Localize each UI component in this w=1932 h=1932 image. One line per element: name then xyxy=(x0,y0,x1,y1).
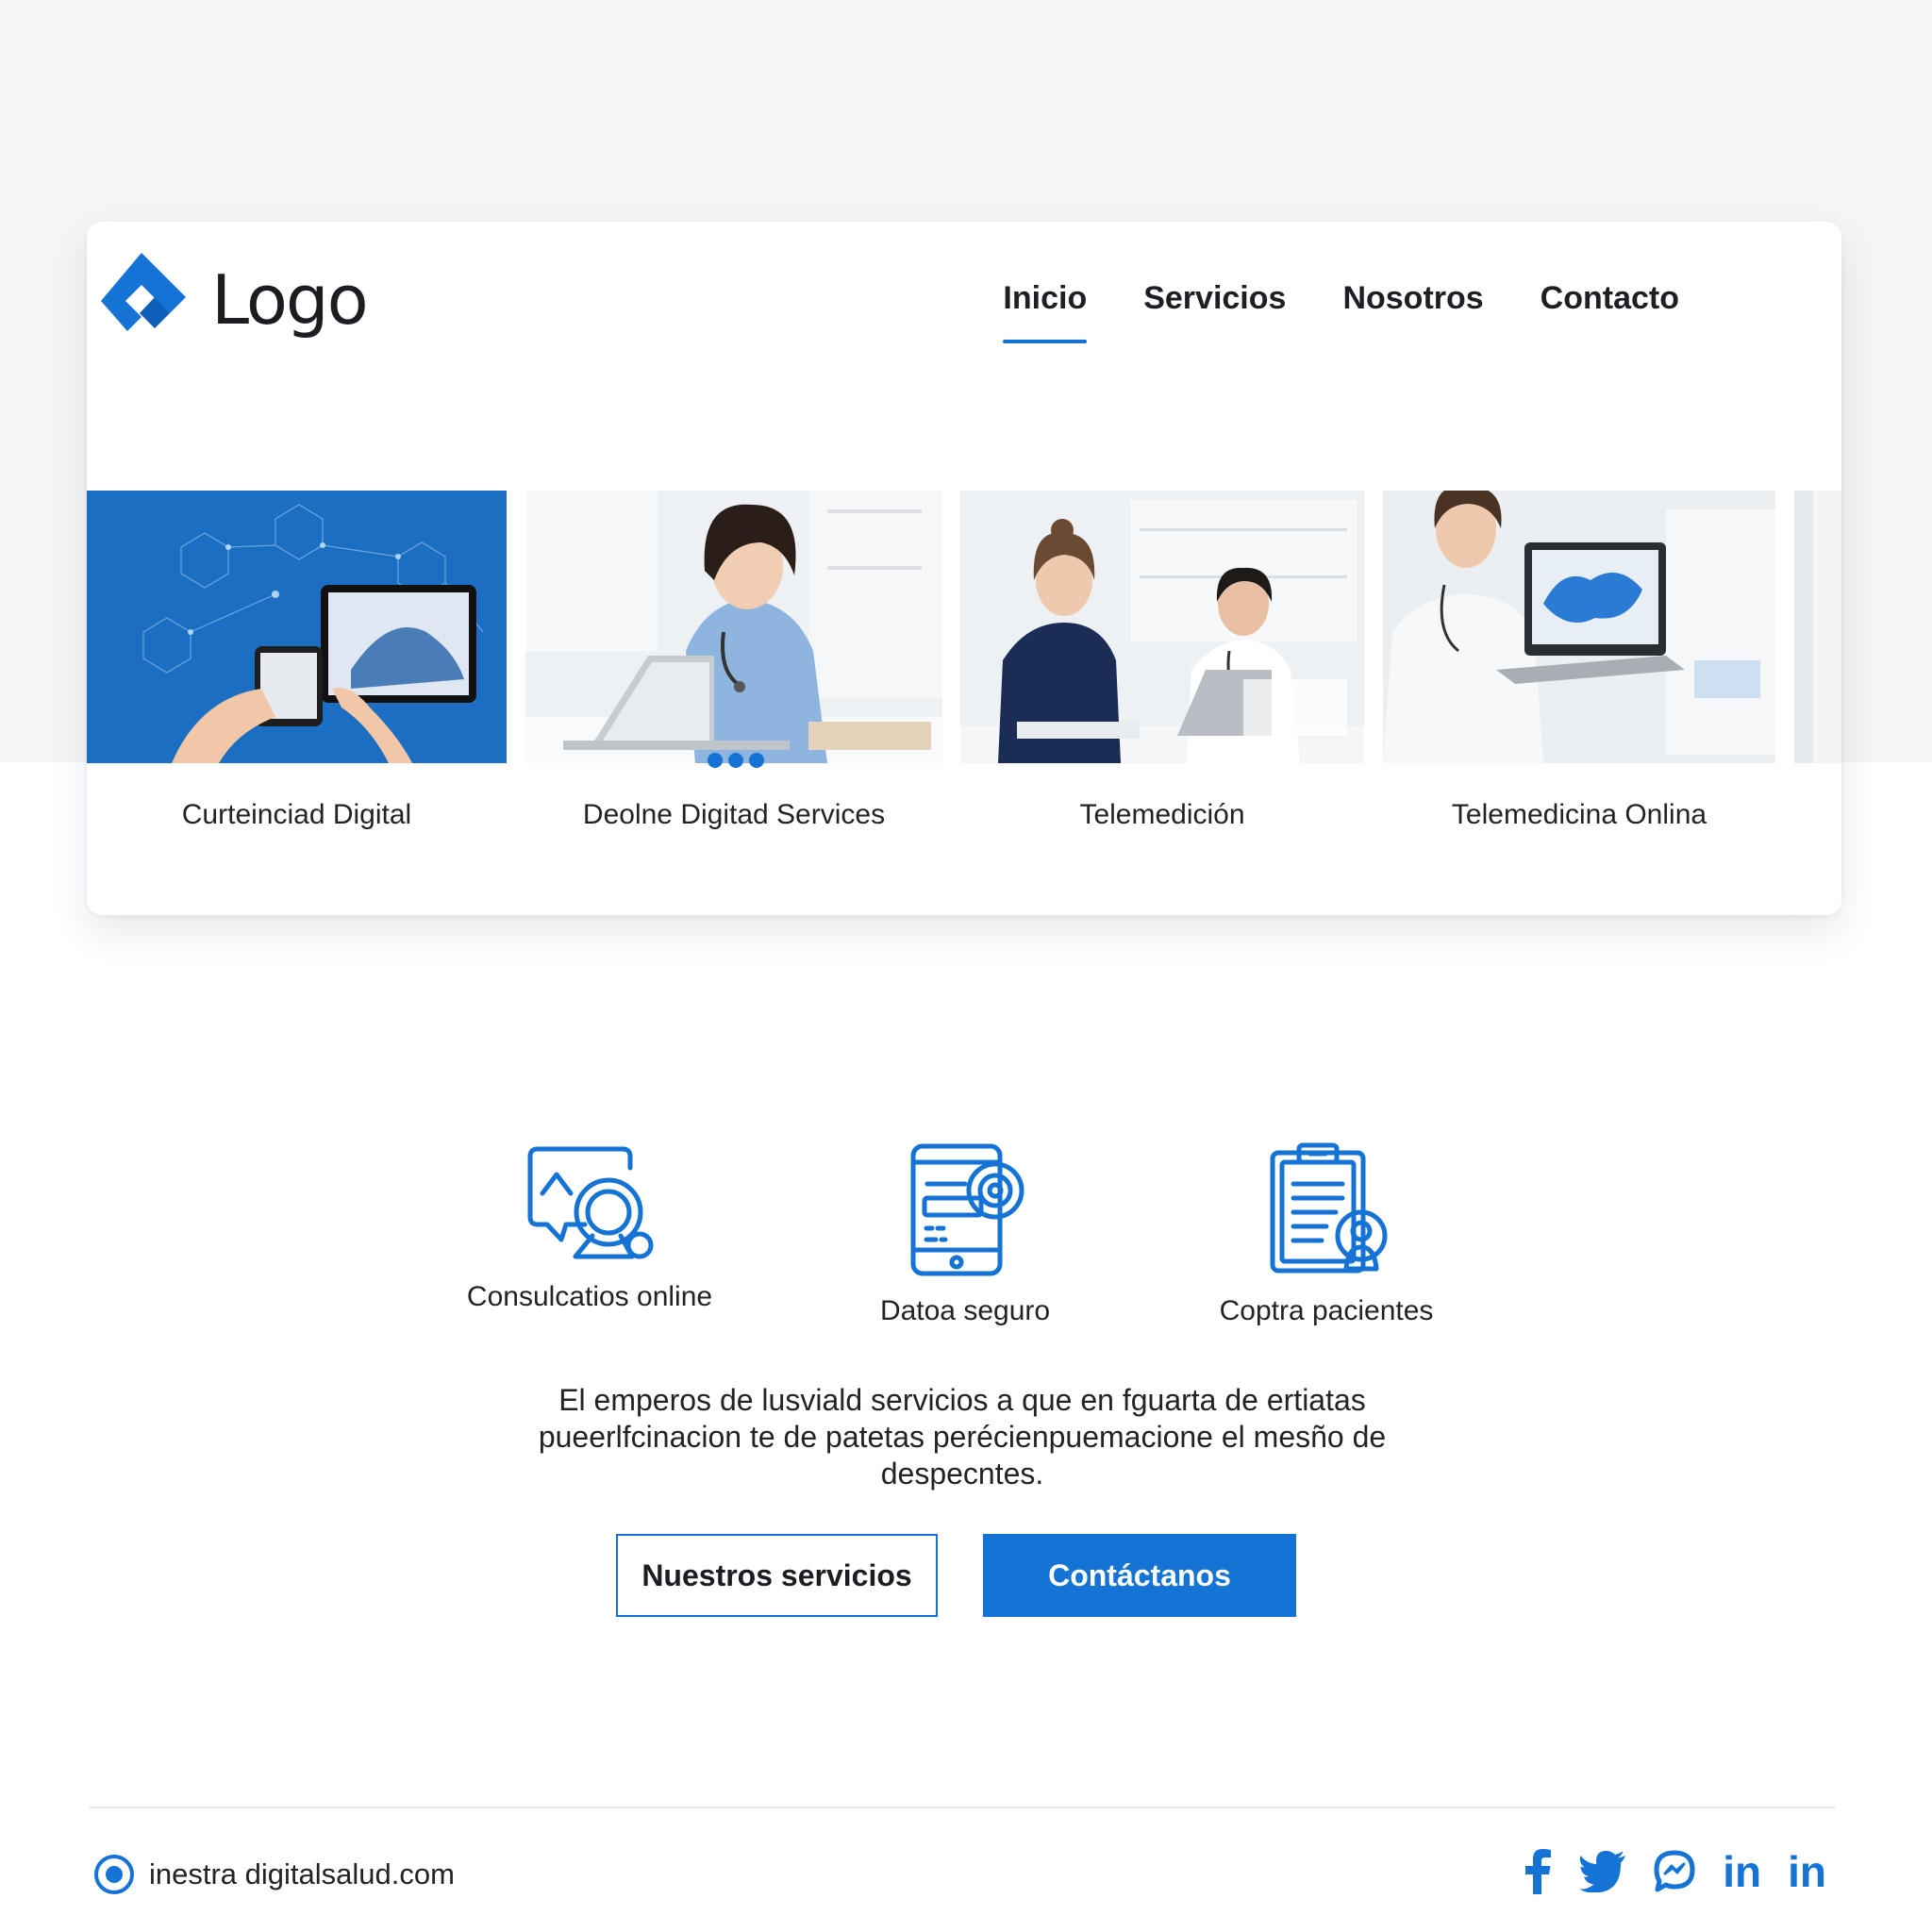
footer-divider xyxy=(90,1807,1835,1808)
phone-secure-icon xyxy=(910,1143,1024,1276)
twitter-icon[interactable] xyxy=(1579,1851,1626,1892)
carousel-slide[interactable]: Telemedicina Onlina xyxy=(1383,491,1775,831)
feature-consultas[interactable]: Consulcatios online xyxy=(429,1141,750,1313)
chat-consult-icon xyxy=(527,1146,654,1259)
feature-label: Consulcatios online xyxy=(466,1281,713,1312)
nav-contacto[interactable]: Contacto xyxy=(1541,280,1679,343)
nav-inicio[interactable]: Inicio xyxy=(1003,280,1087,343)
slide-caption: Telemedicina Onlina xyxy=(1451,799,1707,830)
slide-caption: Curteinciad Digital xyxy=(181,799,412,830)
carousel-slide[interactable]: Deolne Digitad Services xyxy=(525,491,942,831)
tablet-network-photo xyxy=(87,491,507,763)
contact-us-button[interactable]: Contáctanos xyxy=(983,1534,1296,1617)
linkedin-icon[interactable]: in xyxy=(1788,1850,1826,1893)
next-slide-photo xyxy=(1794,491,1841,763)
feature-pacientes[interactable]: Coptra pacientes xyxy=(1166,1141,1487,1327)
facebook-icon[interactable] xyxy=(1523,1849,1553,1894)
services-carousel: Curteinciad Digital Deolne Digitad Servi… xyxy=(87,491,1841,887)
linkedin-icon[interactable]: in xyxy=(1723,1850,1761,1893)
carousel-slide[interactable]: Curteinciad Digital xyxy=(87,491,507,831)
intro-description: El emperos de lusviald servicios a que e… xyxy=(538,1383,1387,1491)
nav-nosotros[interactable]: Nosotros xyxy=(1342,280,1483,343)
linkedin-label: in xyxy=(1788,1847,1826,1896)
carousel-slide[interactable]: Telemedición xyxy=(960,491,1364,831)
medical-team-photo xyxy=(960,491,1364,763)
target-icon xyxy=(94,1855,134,1894)
carousel-dot[interactable] xyxy=(749,753,764,768)
slide-caption: Telemedición xyxy=(1079,799,1245,830)
logo-diamond-icon xyxy=(101,253,186,331)
doctor-laptop-scan-photo xyxy=(1383,491,1775,763)
slide-caption: Deolne Digitad Services xyxy=(582,799,886,830)
carousel-slide-peek[interactable] xyxy=(1794,491,1841,763)
logo[interactable]: Logo xyxy=(96,248,369,352)
our-services-button[interactable]: Nuestros servicios xyxy=(616,1534,938,1617)
features-section: Consulcatios online Datoa seguro Coptra … xyxy=(0,1141,1932,1340)
social-links: in in xyxy=(1523,1849,1826,1894)
nav-servicios[interactable]: Servicios xyxy=(1143,280,1286,343)
carousel-dot[interactable] xyxy=(708,753,723,768)
doctor-laptop-photo xyxy=(525,491,942,763)
feature-datos[interactable]: Datoa seguro xyxy=(805,1141,1125,1327)
feature-label: Datoa seguro xyxy=(879,1295,1051,1326)
messenger-icon[interactable] xyxy=(1653,1850,1696,1893)
clipboard-patient-icon xyxy=(1270,1142,1388,1274)
main-nav: Inicio Servicios Nosotros Contacto xyxy=(1003,280,1679,343)
linkedin-label: in xyxy=(1723,1847,1762,1896)
footer-site[interactable]: inestra digitalsalud.com xyxy=(92,1853,455,1896)
footer-site-url: inestra digitalsalud.com xyxy=(149,1857,455,1890)
carousel-dots xyxy=(708,753,764,768)
logo-text: Logo xyxy=(211,260,369,340)
feature-label: Coptra pacientes xyxy=(1219,1295,1434,1326)
hero-card: Logo Inicio Servicios Nosotros Contacto xyxy=(87,222,1841,915)
carousel-dot[interactable] xyxy=(728,753,743,768)
